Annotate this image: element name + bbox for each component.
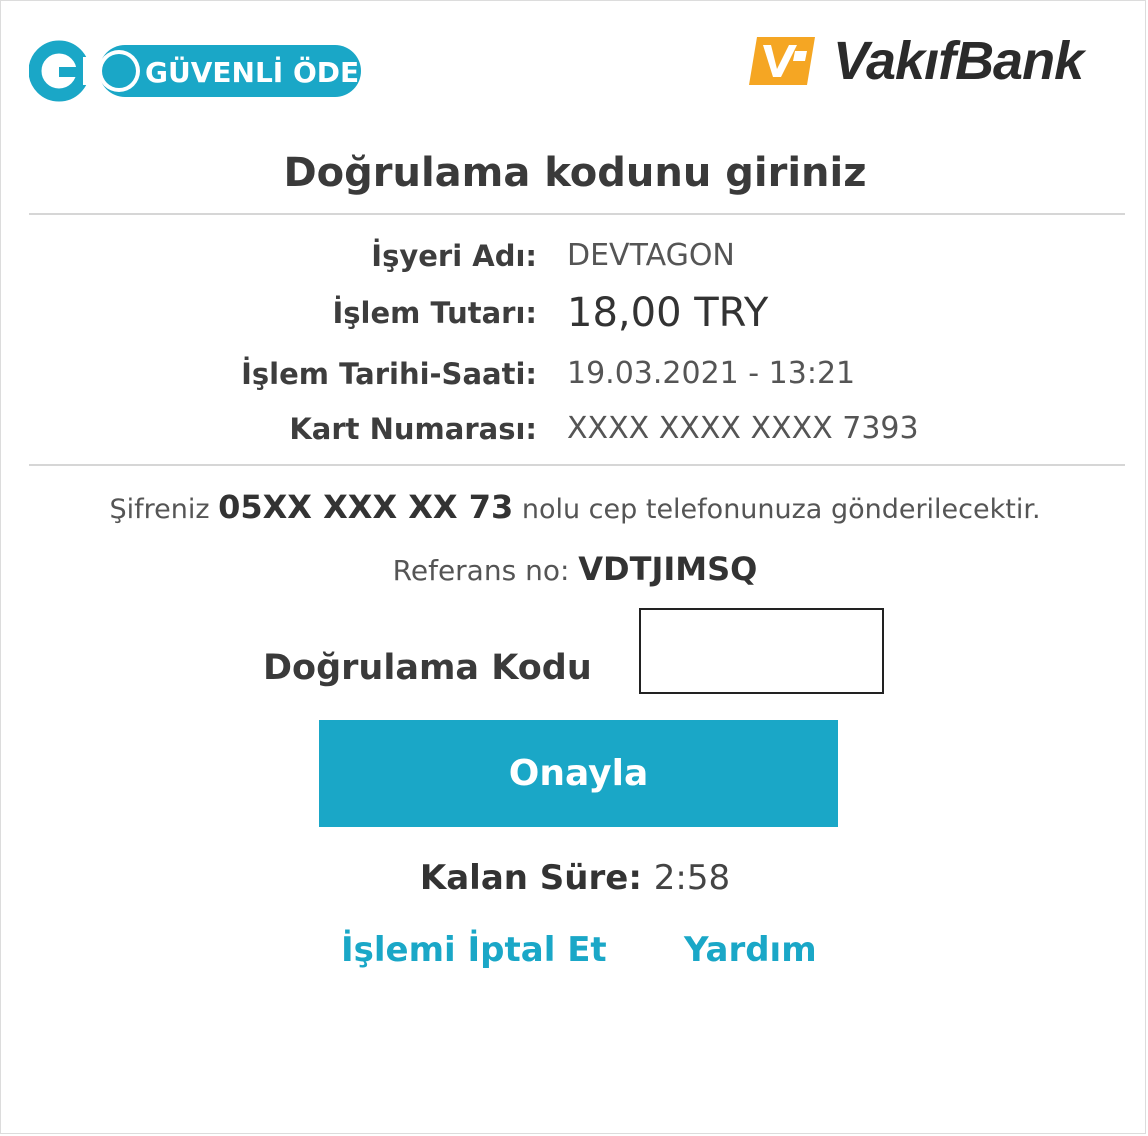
reference-value: VDTJIMSQ [578,550,758,588]
reference-label: Referans no: [392,554,579,587]
reference-line: Referans no: VDTJIMSQ [1,547,1148,593]
detail-row-amount: İşlem Tutarı: 18,00 TRY [1,288,1148,338]
verification-code-input[interactable] [639,608,884,694]
help-link[interactable]: Yardım [684,925,817,975]
amount-label: İşlem Tutarı: [332,296,538,330]
datetime-value: 19.03.2021 - 13:21 [567,356,856,391]
sms-notice: Şifreniz 05XX XXX XX 73 nolu cep telefon… [1,485,1148,532]
remaining-time-label: Kalan Süre: [419,858,654,898]
card-number-label: Kart Numarası: [289,412,537,446]
go-guvenli-ode-logo: GÜVENLİ ÖDE [29,40,361,102]
vakifbank-wordmark: VakıfBank [833,31,1084,91]
divider [29,464,1125,466]
vakifbank-logo: VakıfBank [749,31,1121,91]
remaining-time-value: 2:58 [653,858,731,898]
datetime-label: İşlem Tarihi-Saati: [241,357,537,391]
remaining-time: Kalan Süre: 2:58 [1,853,1148,903]
sms-notice-prefix: Şifreniz [109,494,219,525]
masked-phone-number: 05XX XXX XX 73 [218,488,514,526]
amount-value: 18,00 TRY [567,290,769,336]
cancel-transaction-link[interactable]: İşlemi İptal Et [341,925,607,975]
divider [29,213,1125,215]
detail-row-datetime: İşlem Tarihi-Saati: 19.03.2021 - 13:21 [1,349,1148,399]
card-number-value: XXXX XXXX XXXX 7393 [567,411,919,446]
merchant-label: İşyeri Adı: [371,239,537,273]
confirm-button[interactable]: Onayla [319,720,838,827]
verification-code-label: Doğrulama Kodu [263,648,592,688]
go-logo-label: GÜVENLİ ÖDE [145,55,359,89]
merchant-value: DEVTAGON [567,238,735,273]
detail-row-merchant: İşyeri Adı: DEVTAGON [1,231,1148,281]
page-frame: GÜVENLİ ÖDE VakıfBank Doğrulama kodunu g… [0,0,1146,1134]
detail-row-card: Kart Numarası: XXXX XXXX XXXX 7393 [1,404,1148,454]
sms-notice-suffix: nolu cep telefonunuza gönderilecektir. [513,494,1041,525]
page-title: Doğrulama kodunu giriniz [283,150,867,196]
vakifbank-mark-icon [749,37,815,85]
